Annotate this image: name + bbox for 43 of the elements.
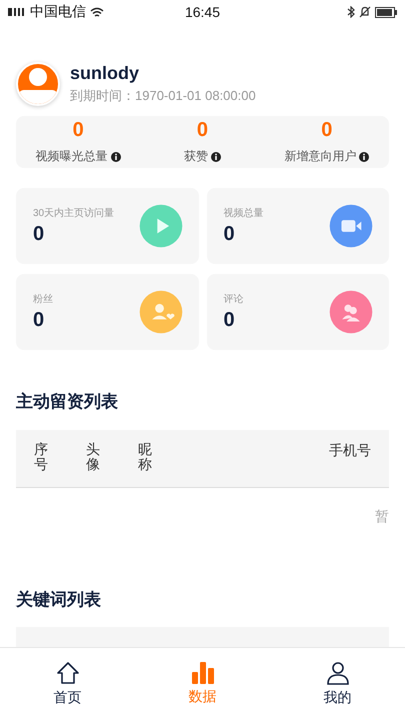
expiry-date: 到期时间：1970-01-01 08:00:00: [70, 87, 256, 105]
metric-card[interactable]: 粉丝 0: [16, 274, 198, 350]
stat-value: 0: [196, 119, 208, 142]
metric-value: 0: [33, 223, 46, 246]
section-title: 关键词列表: [16, 589, 102, 611]
wifi-icon: [90, 6, 104, 18]
metric-card[interactable]: 30天内主页访问量 0: [16, 188, 198, 264]
stat-label: 获赞: [184, 148, 208, 165]
avatar: [16, 62, 60, 106]
metric-label: 粉丝: [33, 292, 53, 306]
bar-chart-icon: [192, 662, 214, 684]
stat-value: 0: [72, 119, 84, 142]
metric-card[interactable]: 视频总量 0: [206, 188, 389, 264]
info-icon[interactable]: [110, 152, 121, 162]
user-name: sunlody: [70, 63, 140, 84]
bluetooth-icon: [346, 6, 355, 18]
metric-label: 评论: [224, 293, 244, 306]
stat-label: 视频曝光总量: [36, 148, 108, 165]
tab[interactable]: 首页: [0, 648, 135, 720]
stat-label: 新增意向用户: [284, 148, 356, 165]
section-title: 主动留资列表: [16, 391, 119, 413]
column-header: 头像: [86, 442, 100, 474]
metric-card[interactable]: 评论 0: [206, 274, 389, 350]
tab[interactable]: 我的: [270, 648, 405, 720]
bell-muted-icon: [358, 6, 371, 18]
stat-value: 0: [321, 119, 332, 142]
signal-icon: [8, 7, 26, 17]
column-header: 昵称: [138, 442, 152, 474]
metric-value: 0: [224, 309, 236, 332]
column-header: 手机号: [329, 442, 371, 460]
metric-label: 视频总量: [224, 206, 264, 220]
home-icon: [56, 661, 80, 685]
info-icon[interactable]: [210, 152, 221, 162]
info-icon[interactable]: [359, 152, 370, 162]
user-icon: [326, 661, 350, 685]
carrier-name: 中国电信: [30, 3, 86, 21]
battery-icon: [374, 6, 397, 18]
metric-value: 0: [224, 223, 236, 246]
metric-label: 30天内主页访问量: [33, 206, 114, 220]
empty-message: 暂: [375, 508, 389, 526]
status-time: 16:45: [184, 4, 220, 20]
column-header: 序号: [34, 442, 48, 474]
metric-value: 0: [33, 309, 46, 332]
